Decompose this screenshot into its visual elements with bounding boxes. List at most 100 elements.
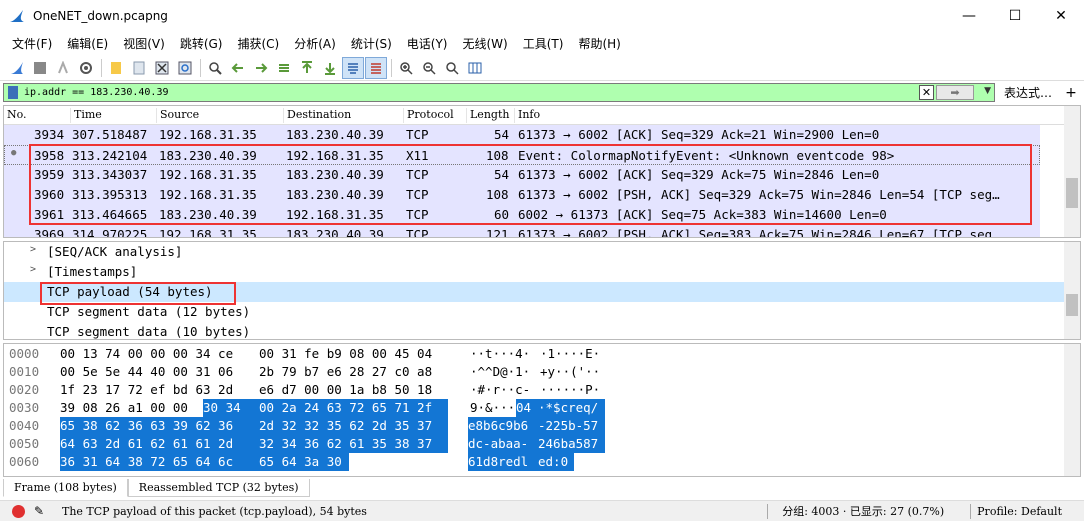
col-time[interactable]: Time — [70, 108, 102, 123]
go-forward-icon[interactable] — [250, 57, 272, 79]
col-protocol[interactable]: Protocol — [403, 108, 454, 123]
title-bar: OneNET_down.pcapng — ☐ ✕ — [0, 0, 1084, 31]
tab-frame[interactable]: Frame (108 bytes) — [3, 479, 128, 497]
detail-item[interactable]: TCP segment data (12 bytes) — [4, 302, 1066, 322]
col-destination[interactable]: Destination — [283, 108, 351, 123]
menu-telephony[interactable]: 电话(Y) — [401, 35, 454, 52]
chevron-right-icon[interactable]: > — [30, 264, 36, 275]
maximize-button[interactable]: ☐ — [992, 0, 1038, 31]
scrollbar-thumb[interactable] — [1066, 178, 1078, 208]
byte-ascii-selected: 61d8redl — [468, 453, 538, 471]
packet-row[interactable]: 3934 307.518487 192.168.31.35 183.230.40… — [4, 125, 1040, 145]
byte-row[interactable]: 0050 64 63 2d 61 62 61 61 2d 32 34 36 62… — [4, 435, 1064, 453]
detail-item[interactable]: TCP segment data (10 bytes) — [4, 322, 1066, 339]
menu-tools[interactable]: 工具(T) — [517, 35, 570, 52]
go-last-icon[interactable] — [319, 57, 341, 79]
byte-hex-selected: 2d 32 32 35 62 2d 35 37 — [259, 417, 448, 435]
byte-offset: 0050 — [9, 436, 40, 451]
byte-hex-selected: 64 63 2d 61 62 61 61 2d — [60, 435, 259, 453]
start-capture-icon[interactable] — [6, 57, 28, 79]
details-scrollbar[interactable] — [1064, 242, 1080, 339]
packet-bytes: 0000 00 13 74 00 00 00 34 ce 00 31 fe b9… — [3, 343, 1081, 477]
autoscroll-icon[interactable] — [342, 56, 364, 79]
chevron-down-icon[interactable]: ▼ — [984, 86, 991, 96]
packet-destination: 183.230.40.39 — [286, 167, 384, 182]
packet-list-header: No. Time Source Destination Protocol Len… — [4, 106, 1066, 125]
byte-row[interactable]: 0020 1f 23 17 72 ef bd 63 2d e6 d7 00 00… — [4, 381, 1064, 399]
filter-text[interactable]: ip.addr == 183.230.40.39 — [24, 87, 169, 98]
byte-hex: 00 31 fe b9 08 00 45 04 — [259, 346, 433, 361]
expert-info-icon[interactable] — [12, 504, 25, 518]
capture-options-icon[interactable] — [75, 57, 97, 79]
packet-protocol: TCP — [406, 207, 429, 222]
zoom-out-icon[interactable] — [418, 57, 440, 79]
byte-row[interactable]: 0010 00 5e 5e 44 40 00 31 06 2b 79 b7 e6… — [4, 363, 1064, 381]
menu-file[interactable]: 文件(F) — [6, 35, 58, 52]
byte-row[interactable]: 0060 36 31 64 38 72 65 64 6c 65 64 3a 30… — [4, 453, 1064, 471]
open-file-icon[interactable] — [105, 57, 127, 79]
edit-comment-icon[interactable]: ✎ — [34, 504, 48, 518]
display-filter-input[interactable]: ip.addr == 183.230.40.39 ✕ ➡ ▼ — [3, 83, 995, 102]
byte-row[interactable]: 0030 39 08 26 a1 00 00 30 34 00 2a 24 63… — [4, 399, 1064, 417]
byte-hex: 1f 23 17 72 ef bd 63 2d — [60, 382, 234, 397]
colorize-icon[interactable] — [365, 56, 387, 79]
menu-go[interactable]: 跳转(G) — [174, 35, 229, 52]
bytes-scrollbar[interactable] — [1064, 344, 1080, 476]
restart-capture-icon[interactable] — [52, 57, 74, 79]
packet-list-scrollbar[interactable] — [1064, 106, 1080, 237]
col-no[interactable]: No. — [4, 108, 27, 123]
resize-columns-icon[interactable] — [464, 57, 486, 79]
packet-protocol: TCP — [406, 187, 429, 202]
menu-analyze[interactable]: 分析(A) — [288, 35, 342, 52]
apply-filter-button[interactable]: ➡ — [936, 85, 974, 100]
packet-length: 108 — [486, 187, 509, 202]
zoom-normal-icon[interactable] — [441, 57, 463, 79]
go-back-icon[interactable] — [227, 57, 249, 79]
packet-row[interactable]: 3960 313.395313 192.168.31.35 183.230.40… — [4, 185, 1040, 205]
packet-time: 313.343037 — [72, 167, 148, 182]
bookmark-icon[interactable] — [8, 86, 18, 99]
chevron-right-icon[interactable]: > — [30, 244, 36, 255]
byte-offset: 0030 — [9, 400, 40, 415]
expression-button[interactable]: 表达式… — [995, 84, 1061, 101]
go-first-icon[interactable] — [296, 57, 318, 79]
reload-file-icon[interactable] — [174, 57, 196, 79]
zoom-in-icon[interactable] — [395, 57, 417, 79]
profile-selector[interactable]: Profile: Default — [977, 505, 1062, 518]
menu-edit[interactable]: 编辑(E) — [61, 35, 114, 52]
find-packet-icon[interactable] — [204, 57, 226, 79]
packet-protocol: TCP — [406, 227, 429, 238]
byte-row[interactable]: 0040 65 38 62 36 63 39 62 36 2d 32 32 35… — [4, 417, 1064, 435]
menu-view[interactable]: 视图(V) — [117, 35, 171, 52]
close-file-icon[interactable] — [151, 57, 173, 79]
packet-row[interactable]: 3959 313.343037 192.168.31.35 183.230.40… — [4, 165, 1040, 185]
go-to-packet-icon[interactable] — [273, 57, 295, 79]
add-filter-button[interactable]: + — [1061, 85, 1081, 101]
menu-help[interactable]: 帮助(H) — [572, 35, 626, 52]
menu-wireless[interactable]: 无线(W) — [457, 35, 514, 52]
packet-row[interactable]: 3969 314.970225 192.168.31.35 183.230.40… — [4, 225, 1040, 238]
detail-item-selected[interactable]: TCP payload (54 bytes) — [4, 282, 1066, 302]
clear-filter-icon[interactable]: ✕ — [919, 85, 934, 100]
packet-row[interactable]: 3961 313.464665 183.230.40.39 192.168.31… — [4, 205, 1040, 225]
col-info[interactable]: Info — [514, 108, 540, 123]
detail-item[interactable]: > [Timestamps] — [4, 262, 1066, 282]
detail-label: [SEQ/ACK analysis] — [47, 244, 183, 259]
packet-info: 6002 → 61373 [ACK] Seq=75 Ack=383 Win=14… — [518, 207, 887, 222]
packet-row[interactable]: ● 3958 313.242104 183.230.40.39 192.168.… — [4, 145, 1040, 165]
stop-capture-icon[interactable] — [29, 57, 51, 79]
tab-reassembled-tcp[interactable]: Reassembled TCP (32 bytes) — [127, 479, 310, 497]
byte-hex: e6 d7 00 00 1a b8 50 18 — [259, 382, 433, 397]
byte-ascii-selected: dc-abaa- — [468, 435, 538, 453]
col-source[interactable]: Source — [156, 108, 199, 123]
col-length[interactable]: Length — [466, 108, 509, 123]
byte-row[interactable]: 0000 00 13 74 00 00 00 34 ce 00 31 fe b9… — [4, 345, 1064, 363]
detail-item[interactable]: > [SEQ/ACK analysis] — [4, 242, 1066, 262]
save-file-icon[interactable] — [128, 57, 150, 79]
minimize-button[interactable]: — — [946, 0, 992, 31]
menu-statistics[interactable]: 统计(S) — [345, 35, 398, 52]
scrollbar-thumb[interactable] — [1066, 294, 1078, 316]
close-button[interactable]: ✕ — [1038, 0, 1084, 31]
menu-capture[interactable]: 捕获(C) — [231, 35, 285, 52]
menu-bar: 文件(F) 编辑(E) 视图(V) 跳转(G) 捕获(C) 分析(A) 统计(S… — [0, 31, 1084, 55]
